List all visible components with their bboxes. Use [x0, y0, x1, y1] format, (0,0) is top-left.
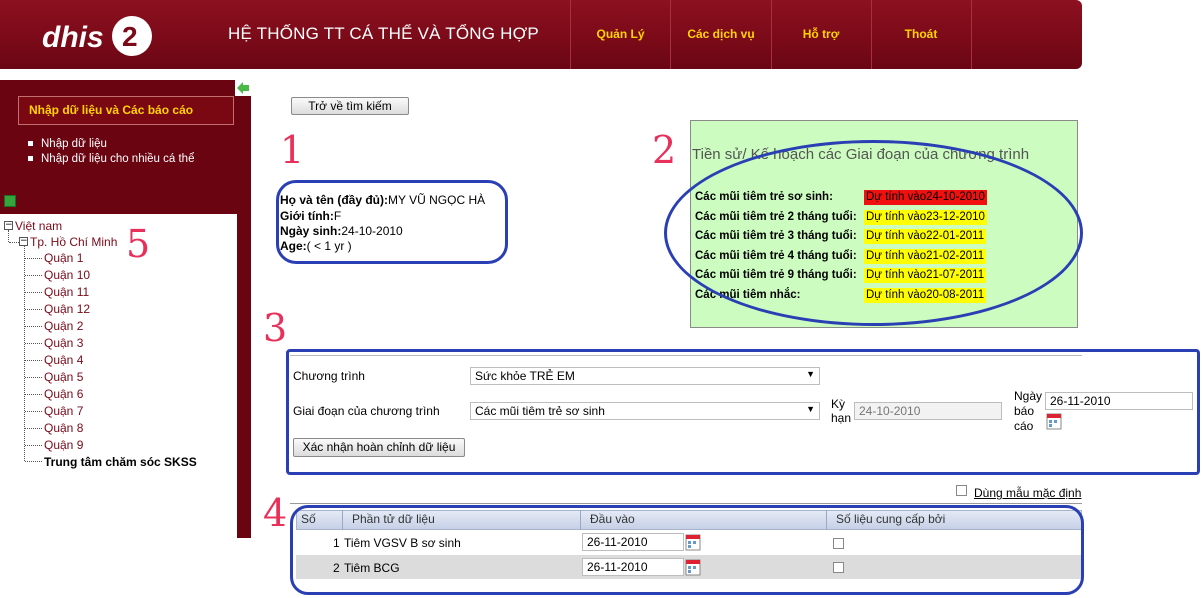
tree-node-district[interactable]: Quận 5: [44, 370, 83, 384]
org-unit-tree: [0, 214, 237, 538]
tree-node-district[interactable]: Quận 8: [44, 421, 83, 435]
tree-line: [25, 394, 42, 395]
sidebar-menu-title: Nhập dữ liệu và Các báo cáo: [18, 96, 234, 125]
tree-line: [25, 326, 42, 327]
tree-node-district[interactable]: Quận 12: [44, 302, 90, 316]
patient-age-value: ( < 1 yr ): [306, 239, 352, 253]
annotation-number: 3: [263, 306, 288, 350]
collapse-arrow-icon[interactable]: [235, 80, 251, 96]
tree-line: [25, 428, 42, 429]
collapse-tree-icon[interactable]: −: [19, 237, 28, 246]
patient-age-row: Age:( < 1 yr ): [280, 239, 352, 253]
tree-line: [25, 360, 42, 361]
dhis2-logo: dhis 2: [42, 16, 152, 56]
svg-text:dhis: dhis: [42, 21, 104, 54]
patient-gender-label: Giới tính:: [280, 209, 334, 223]
tree-node-root[interactable]: Việt nam: [15, 219, 62, 233]
tree-node-district[interactable]: Quận 3: [44, 336, 83, 350]
tree-node-district[interactable]: Quận 2: [44, 319, 83, 333]
nav-help[interactable]: Hỗ trợ: [771, 27, 871, 41]
patient-gender-value: F: [333, 209, 342, 223]
patient-gender-row: Giới tính:F: [280, 209, 341, 223]
default-template-checkbox[interactable]: [956, 485, 967, 496]
tree-node-district[interactable]: Quận 4: [44, 353, 83, 367]
tree-node-district[interactable]: Quận 10: [44, 268, 90, 282]
data-table-highlight: [290, 505, 1084, 595]
tree-line: [25, 411, 42, 412]
patient-dob-label: Ngày sinh:: [280, 224, 342, 238]
nav-logout[interactable]: Thoát: [871, 27, 971, 41]
tree-line: [25, 292, 42, 293]
collapse-tree-icon[interactable]: −: [4, 221, 13, 230]
tree-node-district[interactable]: Quận 9: [44, 438, 83, 452]
tree-line: [25, 377, 42, 378]
annotation-number: 1: [280, 128, 305, 172]
svg-text:2: 2: [122, 21, 138, 52]
default-template-label: Dùng mẫu mặc định: [974, 486, 1082, 500]
tree-line: [9, 242, 19, 243]
divider: [290, 503, 1082, 504]
nav-separator: [971, 0, 972, 69]
tree-node-selected[interactable]: Trung tâm chăm sóc SKSS: [44, 455, 197, 469]
bullet-icon: [28, 141, 33, 147]
back-to-search-button[interactable]: Trở về tìm kiếm: [291, 97, 409, 115]
sidebar-link-label: Nhập dữ liệu cho nhiều cá thể: [41, 153, 195, 165]
sidebar-scrollbar[interactable]: [237, 80, 251, 538]
patient-name-value: MY VŨ NGỌC HÀ: [388, 193, 486, 207]
tree-line: [25, 309, 42, 310]
patient-name-row: Họ và tên (đầy đủ):MY VŨ NGỌC HÀ: [280, 193, 485, 207]
nav-services[interactable]: Các dịch vụ: [671, 27, 771, 41]
tree-line: [25, 461, 42, 462]
tree-line: [25, 275, 42, 276]
sidebar-link-multi-entry[interactable]: Nhập dữ liệu cho nhiều cá thể: [28, 153, 194, 165]
patient-dob-row: Ngày sinh:24-10-2010: [280, 224, 403, 238]
program-form-highlight: [286, 349, 1200, 475]
tree-line: [25, 445, 42, 446]
annotation-number: 2: [652, 128, 677, 172]
tree-line: [8, 230, 9, 242]
tree-node-district[interactable]: Quận 7: [44, 404, 83, 418]
annotation-number: 4: [263, 491, 288, 535]
patient-age-label: Age:: [280, 239, 307, 253]
tree-node-district[interactable]: Quận 6: [44, 387, 83, 401]
patient-dob-value: 24-10-2010: [341, 224, 403, 238]
annotation-number: 5: [126, 222, 151, 266]
tree-node-district[interactable]: Quận 11: [44, 285, 89, 299]
patient-name-label: Họ và tên (đầy đủ):: [280, 193, 389, 207]
bullet-icon: [28, 156, 33, 162]
tree-line: [25, 343, 42, 344]
tree-line: [25, 258, 42, 259]
tree-node-city[interactable]: Tp. Hồ Chí Minh: [30, 235, 117, 249]
tree-node-district[interactable]: Quận 1: [44, 251, 83, 265]
search-icon[interactable]: [4, 195, 16, 207]
app-title: HỆ THỐNG TT CÁ THỂ VÀ TỔNG HỢP: [228, 24, 539, 43]
nav-manage[interactable]: Quản Lý: [570, 27, 671, 41]
schedule-highlight: [664, 140, 1083, 326]
sidebar-link-data-entry[interactable]: Nhập dữ liệu: [28, 138, 107, 150]
sidebar-link-label: Nhập dữ liệu: [41, 138, 107, 150]
